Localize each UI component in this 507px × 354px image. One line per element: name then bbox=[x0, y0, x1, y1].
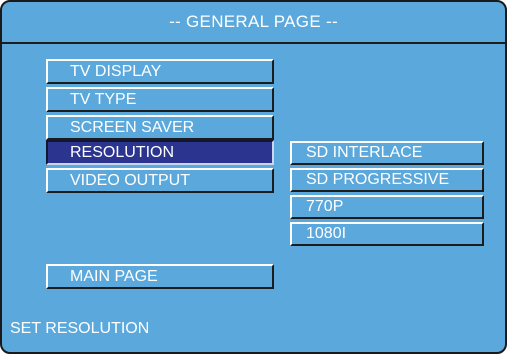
main-page-button[interactable]: MAIN PAGE bbox=[46, 264, 274, 289]
menu-item-resolution[interactable]: RESOLUTION bbox=[46, 140, 274, 165]
menu-item-tv-type[interactable]: TV TYPE bbox=[46, 87, 274, 112]
resolution-option-sd-interlace[interactable]: SD INTERLACE bbox=[290, 141, 484, 165]
resolution-option-sd-progressive[interactable]: SD PROGRESSIVE bbox=[290, 168, 484, 192]
resolution-option-770p[interactable]: 770P bbox=[290, 195, 484, 219]
menu-item-screen-saver[interactable]: SCREEN SAVER bbox=[46, 115, 274, 140]
status-text: SET RESOLUTION bbox=[10, 320, 150, 337]
osd-screen: -- GENERAL PAGE -- TV DISPLAY TV TYPE SC… bbox=[0, 0, 507, 354]
resolution-option-1080i[interactable]: 1080I bbox=[290, 222, 484, 246]
menu-item-video-output[interactable]: VIDEO OUTPUT bbox=[46, 168, 274, 193]
page-title: -- GENERAL PAGE -- bbox=[2, 2, 505, 44]
menu-item-tv-display[interactable]: TV DISPLAY bbox=[46, 59, 274, 84]
